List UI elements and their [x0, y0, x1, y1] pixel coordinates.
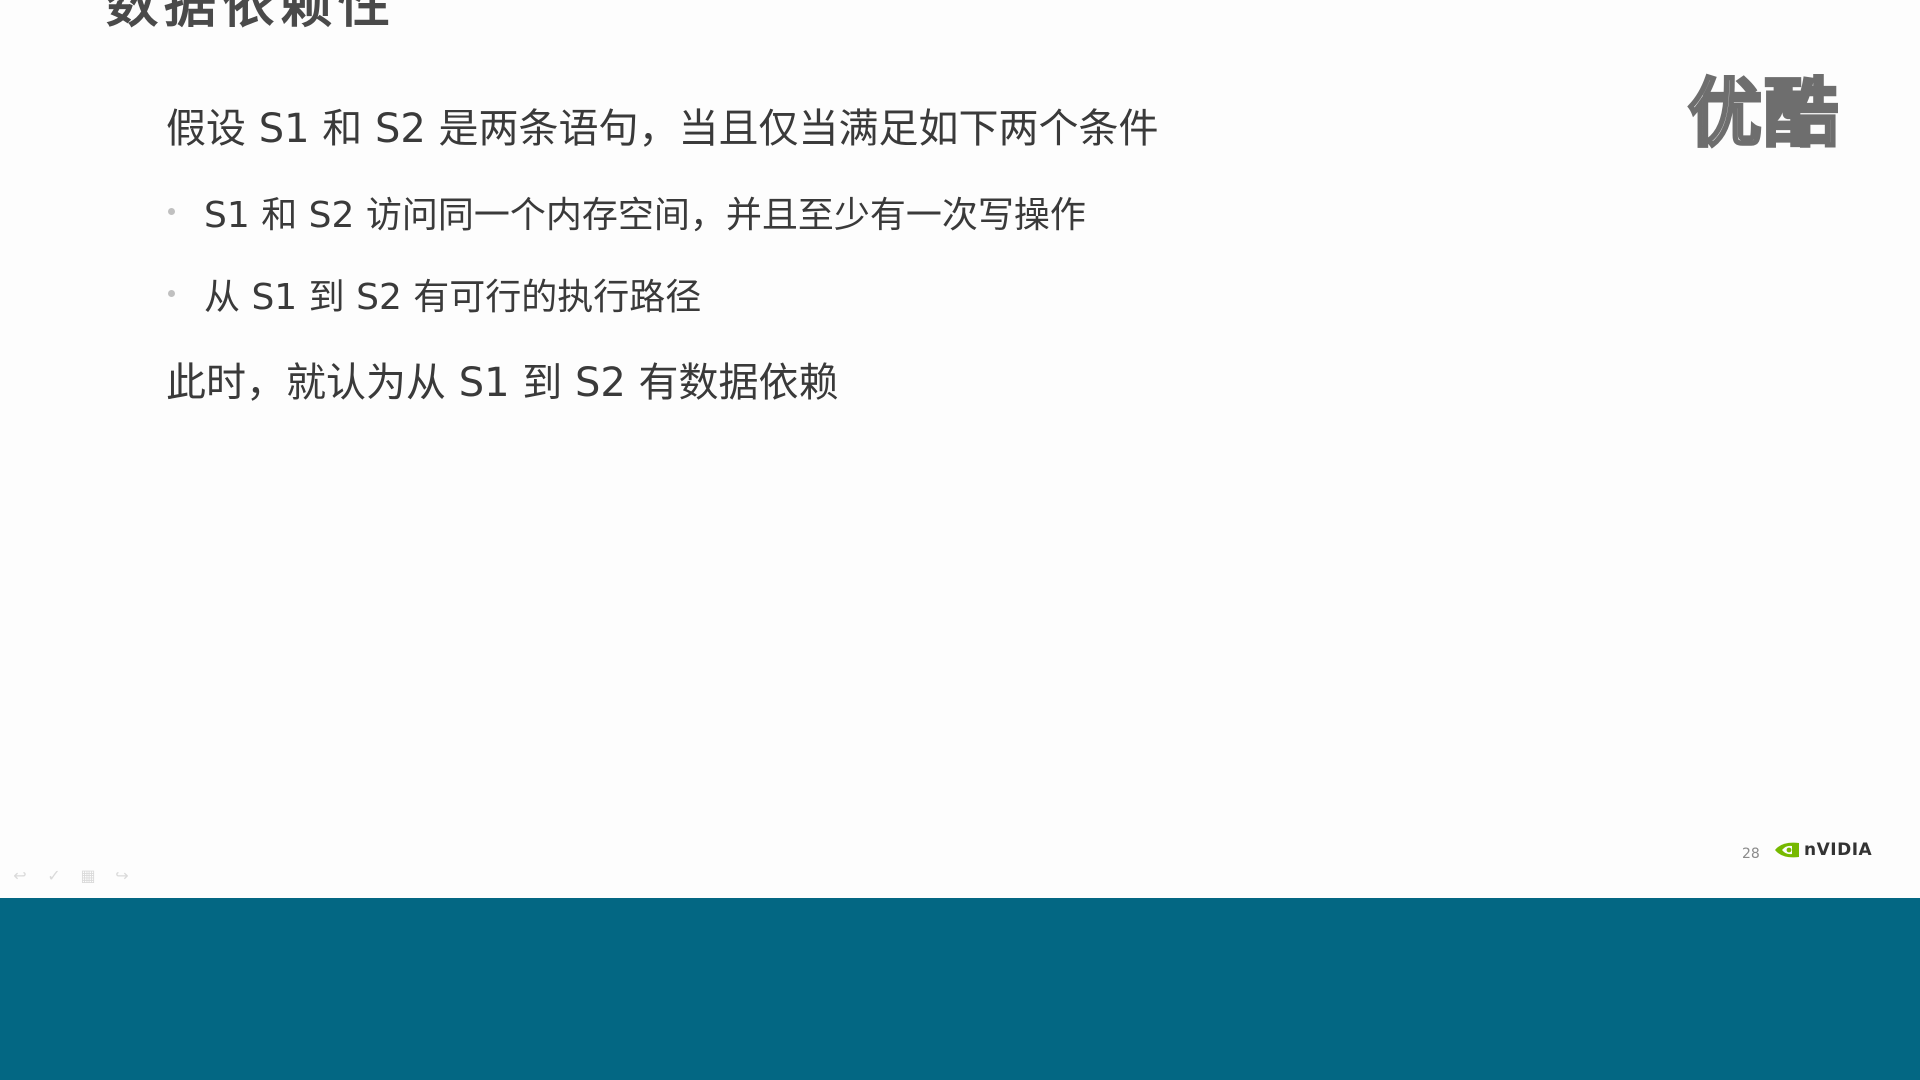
nvidia-eye-icon: [1775, 842, 1799, 858]
slide: 数据依赖性 假设 S1 和 S2 是两条语句，当且仅当满足如下两个条件 S1 和…: [0, 0, 1920, 898]
conclusion-text: 此时，就认为从 S1 到 S2 有数据依赖: [166, 360, 839, 406]
bullet-dot: [168, 208, 175, 215]
slides-icon[interactable]: ▦: [78, 866, 98, 885]
pen-icon[interactable]: ✓: [44, 866, 64, 885]
next-icon[interactable]: ↪: [112, 866, 132, 885]
slideshow-controls: ↩ ✓ ▦ ↪: [10, 866, 132, 885]
bullet-item: 从 S1 到 S2 有可行的执行路径: [204, 277, 702, 318]
page-number: 28: [1742, 846, 1760, 862]
nvidia-logo: nVIDIA: [1774, 840, 1872, 860]
slide-title: 数据依赖性: [106, 0, 397, 35]
youku-watermark: 优酷: [1687, 70, 1840, 159]
intro-text: 假设 S1 和 S2 是两条语句，当且仅当满足如下两个条件: [166, 106, 1159, 152]
bullet-item: S1 和 S2 访问同一个内存空间，并且至少有一次写操作: [204, 195, 1086, 236]
footer-band: [0, 898, 1920, 1080]
previous-icon[interactable]: ↩: [10, 866, 30, 885]
nvidia-logo-text: nVIDIA: [1804, 840, 1873, 860]
bullet-dot: [168, 290, 175, 297]
